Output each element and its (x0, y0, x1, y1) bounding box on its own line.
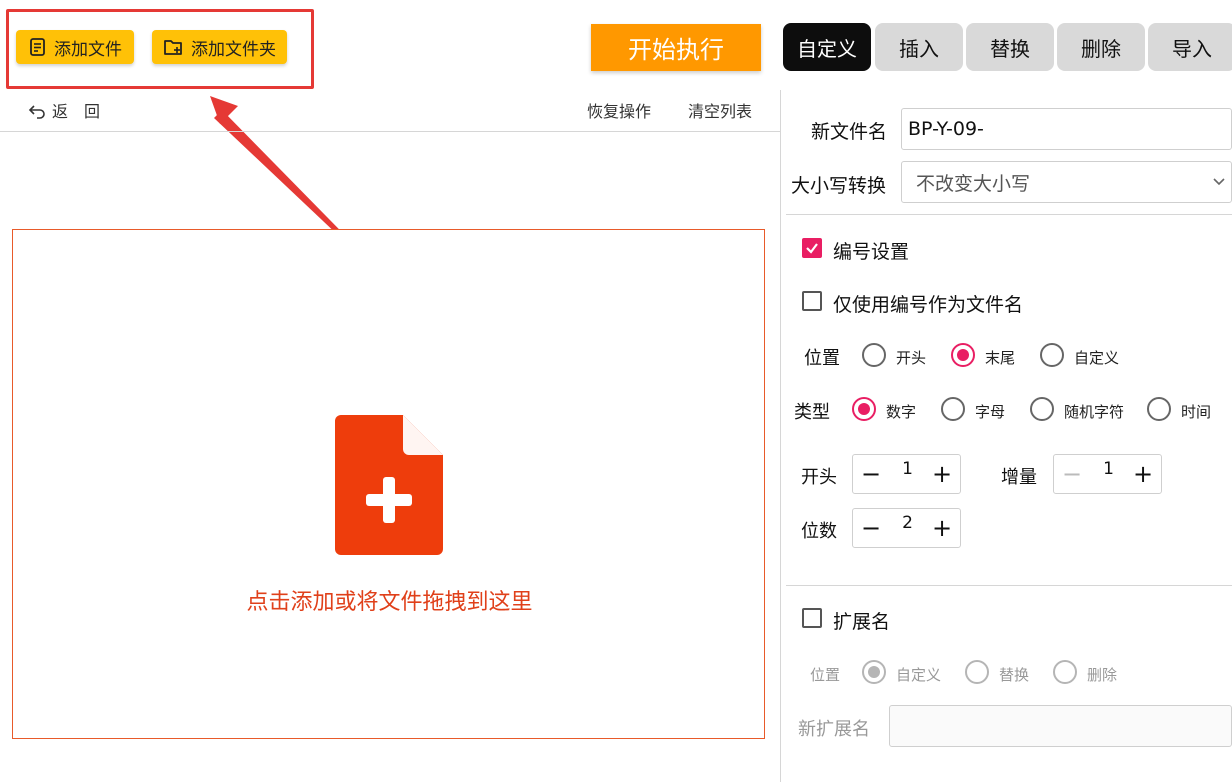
type-number-label: 数字 (886, 403, 917, 421)
position-custom-radio[interactable] (1040, 343, 1064, 367)
tab-replace[interactable]: 替换 (966, 23, 1054, 71)
ext-delete-radio[interactable] (1053, 660, 1077, 684)
position-start-label: 开头 (896, 349, 927, 367)
increment-value: 1 (1103, 459, 1114, 479)
add-file-large-icon (335, 415, 443, 555)
type-label: 类型 (794, 402, 830, 423)
type-letter-label: 字母 (975, 403, 1006, 421)
start-label: 开头 (801, 467, 837, 488)
ext-replace-label: 替换 (999, 666, 1030, 684)
new-ext-label: 新扩展名 (798, 719, 870, 740)
restore-button[interactable]: 恢复操作 (587, 98, 651, 122)
panel-divider (780, 90, 781, 782)
section-divider-2 (786, 585, 1232, 586)
position-custom-label: 自定义 (1074, 349, 1120, 367)
position-label: 位置 (804, 348, 840, 369)
checkmark-icon (806, 243, 818, 254)
digits-decrement-button[interactable]: − (853, 509, 889, 547)
start-increment-button[interactable]: + (924, 455, 960, 493)
extension-checkbox[interactable] (802, 608, 822, 628)
ext-custom-label: 自定义 (896, 666, 942, 684)
increment-decrement-button[interactable]: − (1054, 455, 1090, 493)
extension-label: 扩展名 (833, 611, 891, 633)
tab-custom[interactable]: 自定义 (783, 23, 871, 71)
only-number-label: 仅使用编号作为文件名 (833, 294, 1024, 316)
numbering-label: 编号设置 (833, 241, 910, 263)
position-end-label: 末尾 (985, 349, 1016, 367)
ext-replace-radio[interactable] (965, 660, 989, 684)
case-convert-label: 大小写转换 (791, 175, 887, 197)
annotation-highlight-box (6, 9, 314, 89)
tab-delete[interactable]: 删除 (1057, 23, 1145, 71)
start-decrement-button[interactable]: − (853, 455, 889, 493)
type-letter-radio[interactable] (941, 397, 965, 421)
new-name-label: 新文件名 (811, 121, 888, 143)
ext-custom-radio[interactable] (862, 660, 886, 684)
undo-arrow-icon (28, 105, 45, 119)
digits-value: 2 (902, 513, 913, 533)
start-run-button[interactable]: 开始执行 (591, 24, 761, 71)
only-number-checkbox[interactable] (802, 291, 822, 311)
ext-position-label: 位置 (810, 666, 841, 684)
digits-stepper[interactable]: − 2 + (852, 508, 961, 548)
type-random-label: 随机字符 (1064, 403, 1125, 421)
numbering-checkbox[interactable] (802, 238, 822, 258)
chevron-down-icon (1213, 178, 1225, 186)
file-drop-zone[interactable]: 点击添加或将文件拖拽到这里 (12, 229, 765, 739)
case-convert-select[interactable]: 不改变大小写 (901, 161, 1232, 203)
new-ext-input[interactable] (889, 705, 1232, 747)
type-time-label: 时间 (1181, 403, 1212, 421)
clear-list-button[interactable]: 清空列表 (688, 98, 752, 122)
drop-zone-hint: 点击添加或将文件拖拽到这里 (246, 590, 533, 615)
digits-label: 位数 (801, 521, 837, 542)
start-stepper[interactable]: − 1 + (852, 454, 961, 494)
start-value: 1 (902, 459, 913, 479)
back-button[interactable]: 返 回 (28, 98, 100, 122)
increment-increment-button[interactable]: + (1125, 455, 1161, 493)
type-time-radio[interactable] (1147, 397, 1171, 421)
type-number-radio[interactable] (852, 397, 876, 421)
position-start-radio[interactable] (862, 343, 886, 367)
type-random-radio[interactable] (1030, 397, 1054, 421)
increment-stepper[interactable]: − 1 + (1053, 454, 1162, 494)
back-label: 返 回 (52, 102, 101, 121)
section-divider (786, 214, 1232, 215)
position-end-radio[interactable] (951, 343, 975, 367)
new-name-input[interactable]: BP-Y-09- (901, 108, 1232, 150)
tab-import[interactable]: 导入 (1148, 23, 1232, 71)
tab-insert[interactable]: 插入 (875, 23, 963, 71)
case-convert-value: 不改变大小写 (916, 172, 1031, 195)
list-divider (0, 131, 780, 132)
digits-increment-button[interactable]: + (924, 509, 960, 547)
ext-delete-label: 删除 (1087, 666, 1118, 684)
increment-label: 增量 (1001, 467, 1037, 488)
